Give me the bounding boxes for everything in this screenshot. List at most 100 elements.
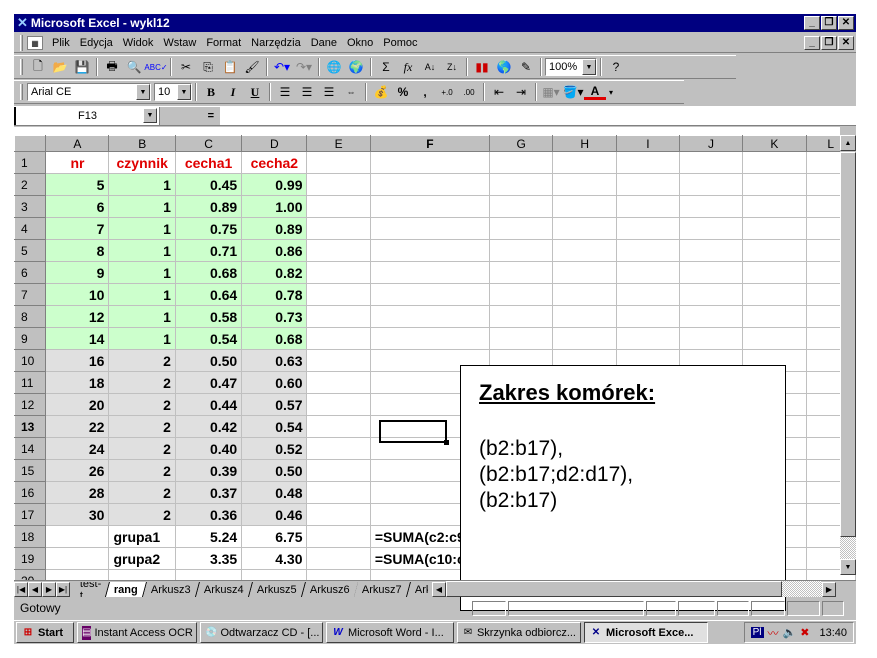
cell-h8[interactable]	[552, 305, 617, 328]
cell-k7[interactable]	[742, 283, 807, 306]
vertical-scrollbar[interactable]: ▲ ▼	[840, 127, 856, 575]
row-header-8[interactable]: 8	[13, 305, 47, 328]
cell-d7[interactable]: 0.78	[241, 283, 308, 306]
doc-close-button[interactable]: ✕	[838, 36, 854, 50]
cell-a4[interactable]: 7	[45, 217, 110, 240]
cell-a14[interactable]: 24	[45, 437, 110, 460]
cell-e16[interactable]	[306, 481, 371, 504]
align-center-icon[interactable]: ☰	[296, 82, 318, 102]
cell-e9[interactable]	[306, 327, 371, 350]
menu-dane[interactable]: Dane	[306, 37, 342, 49]
cell-b8[interactable]: 1	[108, 305, 176, 328]
cell-k8[interactable]	[742, 305, 807, 328]
menu-pomoc[interactable]: Pomoc	[378, 37, 422, 49]
cell-i2[interactable]	[615, 173, 680, 196]
cell-c5[interactable]: 0.71	[174, 239, 243, 262]
cell-k6[interactable]	[742, 261, 807, 284]
cell-b6[interactable]: 1	[108, 261, 176, 284]
cell-a18[interactable]	[45, 525, 110, 548]
cell-c6[interactable]: 0.68	[174, 261, 243, 284]
restore-button[interactable]: ❐	[821, 16, 837, 30]
cell-d19[interactable]: 4.30	[241, 547, 308, 570]
cell-e1[interactable]	[306, 151, 371, 174]
cell-d4[interactable]: 0.89	[241, 217, 308, 240]
function-icon[interactable]: fx	[397, 57, 419, 77]
sheet-tab-rang[interactable]: rang	[106, 581, 148, 597]
cell-i4[interactable]	[615, 217, 680, 240]
cell-b15[interactable]: 2	[108, 459, 176, 482]
scroll-left-button[interactable]: ◀	[432, 581, 446, 597]
cell-b14[interactable]: 2	[108, 437, 176, 460]
scheduler-icon[interactable]: ✖	[800, 626, 809, 639]
cell-h2[interactable]	[552, 173, 617, 196]
doc-restore-button[interactable]: ❐	[821, 36, 837, 50]
cell-c1[interactable]: cecha1	[174, 151, 243, 174]
sheet-tab-arkusz[interactable]: Arkusz	[406, 581, 428, 597]
sheet-tab-arkusz3[interactable]: Arkusz3	[143, 581, 201, 597]
cell-c4[interactable]: 0.75	[174, 217, 243, 240]
vertical-scroll-thumb[interactable]	[840, 152, 856, 537]
task-microsoft-word[interactable]: W Microsoft Word - I...	[326, 622, 454, 643]
formula-input[interactable]	[220, 106, 856, 125]
cell-b4[interactable]: 1	[108, 217, 176, 240]
cell-b13[interactable]: 2	[108, 415, 176, 438]
cell-f2[interactable]	[369, 173, 490, 196]
column-header-f[interactable]: F	[369, 135, 490, 152]
cell-k5[interactable]	[742, 239, 807, 262]
cell-e6[interactable]	[306, 261, 371, 284]
first-sheet-button[interactable]: |◀	[14, 581, 28, 597]
map-icon[interactable]: 🌎	[493, 57, 515, 77]
help-icon[interactable]: ?	[605, 57, 627, 77]
cell-c9[interactable]: 0.54	[174, 327, 243, 350]
cell-f9[interactable]	[369, 327, 490, 350]
row-header-5[interactable]: 5	[13, 239, 47, 262]
cell-j3[interactable]	[678, 195, 744, 218]
task-instant-access-ocr[interactable]: ▤ Instant Access OCR	[77, 622, 197, 643]
cell-d9[interactable]: 0.68	[241, 327, 308, 350]
zoom-select[interactable]: 100% ▼	[545, 58, 597, 76]
row-header-18[interactable]: 18	[13, 525, 47, 548]
font-color-icon[interactable]: A	[584, 84, 606, 100]
cell-a2[interactable]: 5	[45, 173, 110, 196]
cell-c16[interactable]: 0.37	[174, 481, 243, 504]
align-right-icon[interactable]: ☰	[318, 82, 340, 102]
cell-a16[interactable]: 28	[45, 481, 110, 504]
scroll-up-button[interactable]: ▲	[840, 135, 856, 151]
hyperlink-icon[interactable]: 🌐	[323, 57, 345, 77]
cell-e11[interactable]	[306, 371, 371, 394]
menu-narzedzia[interactable]: Narzędzia	[246, 37, 306, 49]
row-header-11[interactable]: 11	[13, 371, 47, 394]
font-size-select[interactable]: 10 ▼	[154, 83, 192, 101]
cell-a5[interactable]: 8	[45, 239, 110, 262]
column-header-c[interactable]: C	[174, 135, 243, 152]
copy-icon[interactable]: ⎘	[197, 57, 219, 77]
name-box[interactable]: F13 ▼	[14, 106, 160, 125]
sheet-tab-arkusz4[interactable]: Arkusz4	[195, 581, 253, 597]
horizontal-scrollbar[interactable]: ◀ ▶	[432, 581, 856, 597]
cell-h7[interactable]	[552, 283, 617, 306]
select-all-corner[interactable]	[13, 135, 47, 152]
web-toolbar-icon[interactable]: 🌍	[345, 57, 367, 77]
autosum-icon[interactable]: Σ	[375, 57, 397, 77]
undo-icon[interactable]: ↶▾	[271, 57, 293, 77]
chevron-down-icon[interactable]: ▼	[582, 59, 596, 75]
cell-e8[interactable]	[306, 305, 371, 328]
cell-c13[interactable]: 0.42	[174, 415, 243, 438]
cell-a12[interactable]: 20	[45, 393, 110, 416]
horizontal-scroll-thumb[interactable]	[446, 581, 782, 597]
cell-e12[interactable]	[306, 393, 371, 416]
cell-g4[interactable]	[488, 217, 554, 240]
prev-sheet-button[interactable]: ◀	[28, 581, 42, 597]
cell-h9[interactable]	[552, 327, 617, 350]
row-header-1[interactable]: 1	[13, 151, 47, 174]
chevron-down-icon[interactable]: ▼	[143, 107, 157, 123]
cell-h6[interactable]	[552, 261, 617, 284]
cell-b7[interactable]: 1	[108, 283, 176, 306]
comma-style-icon[interactable]: ,	[414, 82, 436, 102]
cell-g1[interactable]	[488, 151, 554, 174]
cell-j4[interactable]	[678, 217, 744, 240]
cell-f5[interactable]	[369, 239, 490, 262]
fill-color-icon[interactable]: 🪣▾	[562, 82, 584, 102]
row-header-12[interactable]: 12	[13, 393, 47, 416]
volume-icon[interactable]: 🔈	[783, 626, 797, 639]
